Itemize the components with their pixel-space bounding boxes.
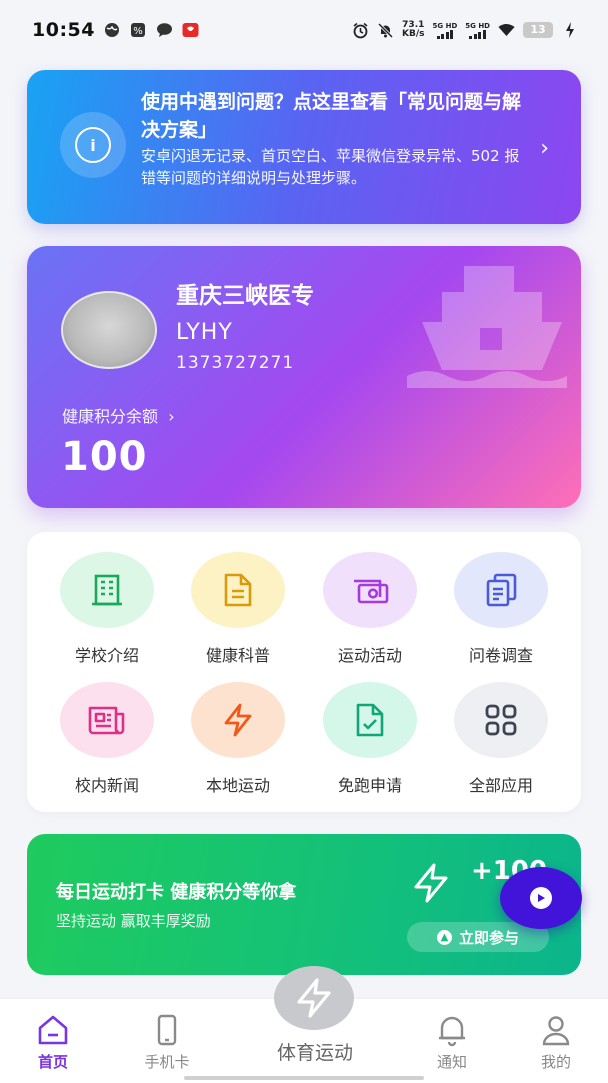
faq-banner[interactable]: i 使用中遇到问题？点这里查看「常见问题与解决方案」 安卓闪退无记录、首页空白、…: [27, 70, 581, 224]
sports-center-button[interactable]: [274, 966, 354, 1030]
app-label: 校内新闻: [74, 776, 139, 795]
daily-subtitle: 坚持运动 赢取丰厚奖励: [56, 912, 211, 930]
points-link[interactable]: 健康积分余额 ›: [62, 403, 175, 427]
app-label: 本地运动: [205, 776, 270, 795]
user-phone: 1373727271: [176, 353, 295, 373]
percent-app-icon: %: [130, 22, 147, 39]
points-label: 健康积分余额: [62, 407, 159, 426]
nav-label: 首页: [37, 1053, 68, 1071]
app-label: 学校介绍: [74, 646, 139, 665]
signal-bars-icon: [469, 29, 486, 39]
daily-title: 每日运动打卡 健康积分等你拿: [56, 882, 297, 903]
faq-description: 安卓闪退无记录、首页空白、苹果微信登录异常、502 报错等问题的详细说明与处理步…: [141, 147, 520, 187]
bell-icon: [439, 1016, 465, 1047]
app-label: 运动活动: [337, 646, 402, 665]
app-survey[interactable]: 问卷调查: [446, 552, 556, 672]
daily-checkin-banner[interactable]: 每日运动打卡 健康积分等你拿 坚持运动 赢取丰厚奖励 +100 ▲ 立即参与: [27, 834, 581, 975]
nav-label: 通知: [436, 1053, 467, 1071]
cash-icon: [323, 552, 417, 628]
mute-bell-icon: [377, 22, 394, 39]
points-value: 100: [61, 434, 148, 480]
home-indicator[interactable]: [184, 1076, 424, 1080]
nav-home[interactable]: 首页: [13, 1013, 93, 1072]
grid-icon: [454, 682, 548, 758]
signal-sim2: 5G HD: [465, 22, 490, 39]
home-icon: [38, 1015, 68, 1045]
nav-label: 我的: [540, 1053, 571, 1071]
profile-card: 重庆三峡医专 LYHY 1373727271 健康积分余额 › 100: [27, 246, 581, 508]
user-icon: [542, 1016, 570, 1046]
app-label: 全部应用: [468, 776, 533, 795]
school-name: 重庆三峡医专: [176, 283, 314, 309]
app-label: 免跑申请: [337, 776, 402, 795]
app-sports-activity[interactable]: 运动活动: [315, 552, 425, 672]
clock: 10:54: [32, 19, 95, 41]
bolt-icon: [414, 863, 448, 903]
clipboard-icon: [454, 552, 548, 628]
arrow-up-icon: ▲: [436, 929, 452, 945]
sports-center-label[interactable]: 体育运动: [250, 1038, 380, 1065]
floating-play-button[interactable]: [500, 867, 582, 929]
alarm-icon: [352, 22, 369, 39]
nav-profile[interactable]: 我的: [516, 1013, 596, 1072]
join-button-label: 立即参与: [458, 928, 519, 947]
faq-title: 使用中遇到问题？点这里查看「常见问题与解决方案」: [141, 91, 522, 141]
battery-indicator: 13: [523, 22, 553, 38]
play-icon: [530, 887, 552, 909]
svg-text:%: %: [134, 26, 144, 37]
app-school-intro[interactable]: 学校介绍: [52, 552, 162, 672]
info-icon: i: [60, 112, 126, 178]
app-label: 健康科普: [205, 646, 270, 665]
chevron-right-icon: ›: [163, 407, 175, 426]
document-icon: [191, 552, 285, 628]
globe-icon: [104, 22, 121, 39]
user-name: LYHY: [176, 320, 233, 345]
nav-phone-card[interactable]: 手机卡: [127, 1013, 207, 1072]
building-icon: [60, 552, 154, 628]
signal-bars-icon: [436, 29, 454, 39]
app-campus-news[interactable]: 校内新闻: [52, 682, 162, 802]
newspaper-icon: [60, 682, 154, 758]
nav-notifications[interactable]: 通知: [412, 1013, 492, 1072]
avatar[interactable]: [61, 291, 157, 369]
app-all-apps[interactable]: 全部应用: [446, 682, 556, 802]
bolt-icon: [191, 682, 285, 758]
chat-icon: [156, 22, 173, 39]
net-speed: 73.1 KB/s: [402, 20, 425, 39]
wifi-icon: [498, 22, 515, 39]
app-local-sports[interactable]: 本地运动: [183, 682, 293, 802]
charging-icon: [561, 22, 578, 39]
chevron-right-icon: ›: [540, 136, 549, 161]
app-label: 问卷调查: [468, 646, 533, 665]
app-health-science[interactable]: 健康科普: [183, 552, 293, 672]
ship-icon: [407, 266, 567, 388]
nav-label: 手机卡: [144, 1053, 190, 1071]
file-check-icon: [323, 682, 417, 758]
bolt-icon: [297, 978, 331, 1018]
red-app-icon: [182, 22, 199, 39]
app-exemption-request[interactable]: 免跑申请: [315, 682, 425, 802]
status-bar: 10:54 % 73.1 KB/s 5G HD 5G HD 13: [0, 0, 608, 60]
app-grid: 学校介绍 健康科普 运动活动 问卷调查 校内新闻 本地运动 免跑申请 全部应用: [27, 532, 581, 812]
phone-icon: [157, 1014, 177, 1046]
signal-sim1: 5G HD: [433, 22, 457, 39]
